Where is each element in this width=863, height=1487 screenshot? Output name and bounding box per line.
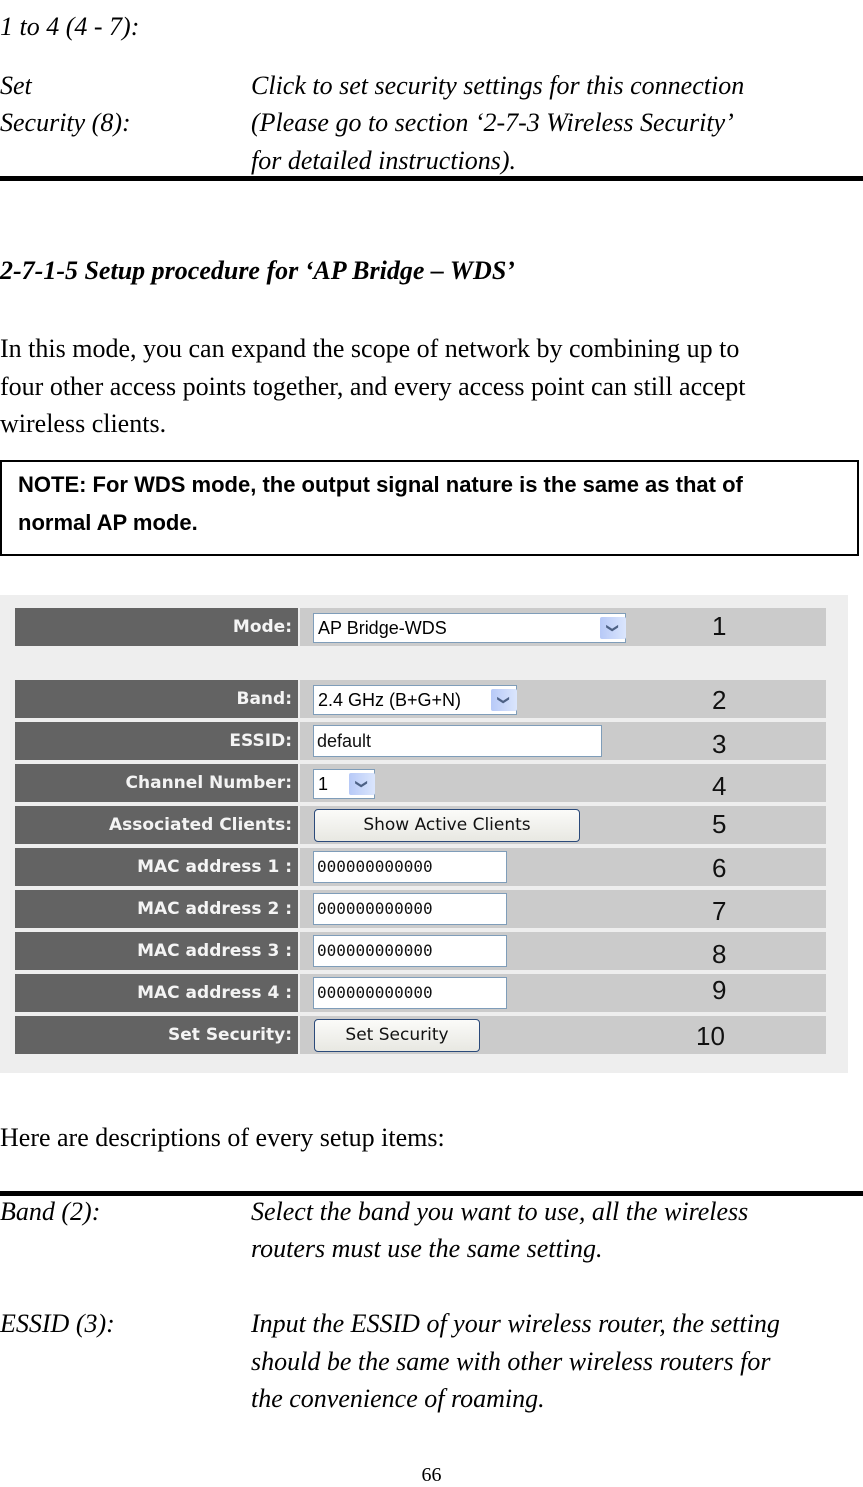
- callout-number: 10: [696, 1021, 725, 1051]
- band-term: Band (2):: [0, 1197, 101, 1226]
- mac-2-value-cell: 000000000000 7: [300, 890, 826, 928]
- essid-input[interactable]: default: [313, 725, 602, 757]
- mac-1-value-cell: 000000000000 6: [300, 848, 826, 886]
- essid-desc-line2: should be the same with other wireless r…: [251, 1347, 771, 1376]
- mac-address-1-input[interactable]: 000000000000: [313, 851, 507, 883]
- mac-address-1-label: MAC address 1 :: [15, 848, 298, 886]
- callout-number: 5: [712, 809, 727, 839]
- form-row-mode: Mode: AP Bridge-WDS ❯ 1: [15, 608, 826, 646]
- band-select[interactable]: 2.4 GHz (B+G+N) ❯: [313, 685, 517, 715]
- page-number: 66: [421, 1464, 442, 1486]
- essid-value-cell: default 3: [300, 722, 826, 760]
- set-security-term-line2: Security (8):: [0, 108, 131, 137]
- show-active-clients-button[interactable]: Show Active Clients: [314, 809, 580, 842]
- set-security-desc-line2: (Please go to section ‘2-7-3 Wireless Se…: [251, 108, 734, 137]
- mac-4-value-cell: 000000000000 9: [300, 974, 826, 1012]
- callout-number: 7: [712, 896, 727, 926]
- callout-number: 3: [712, 729, 727, 759]
- form-row-mac-4: MAC address 4 : 000000000000 9: [15, 974, 826, 1012]
- intro-line3: wireless clients.: [0, 409, 167, 438]
- band-desc-line2: routers must use the same setting.: [251, 1234, 603, 1263]
- descriptions-intro: Here are descriptions of every setup ite…: [0, 1123, 445, 1152]
- essid-label: ESSID:: [15, 722, 298, 760]
- mode-value-cell: AP Bridge-WDS ❯ 1: [300, 608, 826, 646]
- mac-address-2-label: MAC address 2 :: [15, 890, 298, 928]
- router-settings-screenshot: Mode: AP Bridge-WDS ❯ 1 Band: 2.4 GHz (B…: [0, 595, 848, 1073]
- set-security-desc-line3: for detailed instructions).: [251, 146, 517, 175]
- mac-address-3-input[interactable]: 000000000000: [313, 935, 507, 967]
- mac-address-2-input[interactable]: 000000000000: [313, 893, 507, 925]
- form-row-essid: ESSID: default 3: [15, 722, 826, 760]
- callout-number: 9: [712, 975, 727, 1005]
- callout-number: 6: [712, 853, 727, 883]
- form-row-mac-2: MAC address 2 : 000000000000 7: [15, 890, 826, 928]
- table-bottom-rule: [0, 176, 863, 181]
- chevron-down-icon[interactable]: ❯: [349, 773, 375, 795]
- note-box: NOTE: For WDS mode, the output signal na…: [0, 460, 859, 556]
- note-line1: NOTE: For WDS mode, the output signal na…: [18, 472, 743, 497]
- note-line2: normal AP mode.: [18, 510, 198, 535]
- callout-number: 4: [712, 771, 727, 801]
- continued-label: 1 to 4 (4 - 7):: [0, 12, 140, 41]
- form-row-set-security: Set Security: Set Security 10: [15, 1016, 826, 1054]
- associated-clients-label: Associated Clients:: [15, 806, 298, 844]
- associated-clients-value-cell: Show Active Clients 5: [300, 806, 826, 844]
- channel-select[interactable]: 1 ❯: [313, 769, 375, 799]
- set-security-value-cell: Set Security 10: [300, 1016, 826, 1054]
- set-security-desc-line1: Click to set security settings for this …: [251, 71, 745, 100]
- callout-number: 2: [712, 685, 727, 715]
- intro-line2: four other access points together, and e…: [0, 372, 746, 401]
- band-selected-value: 2.4 GHz (B+G+N): [318, 690, 462, 710]
- channel-value-cell: 1 ❯ 4: [300, 764, 826, 802]
- mode-selected-value: AP Bridge-WDS: [318, 618, 447, 638]
- form-row-mac-1: MAC address 1 : 000000000000 6: [15, 848, 826, 886]
- intro-line1: In this mode, you can expand the scope o…: [0, 334, 740, 363]
- form-row-associated-clients: Associated Clients: Show Active Clients …: [15, 806, 826, 844]
- band-label: Band:: [15, 680, 298, 718]
- set-security-term-line1: Set: [0, 71, 32, 100]
- essid-term: ESSID (3):: [0, 1309, 115, 1338]
- mac-address-4-input[interactable]: 000000000000: [313, 977, 507, 1009]
- mac-3-value-cell: 000000000000 8: [300, 932, 826, 970]
- section-heading: 2-7-1-5 Setup procedure for ‘AP Bridge –…: [0, 256, 515, 285]
- chevron-down-icon[interactable]: ❯: [491, 689, 517, 711]
- band-desc-line1: Select the band you want to use, all the…: [251, 1197, 749, 1226]
- band-value-cell: 2.4 GHz (B+G+N) ❯ 2: [300, 680, 826, 718]
- form-row-band: Band: 2.4 GHz (B+G+N) ❯ 2: [15, 680, 826, 718]
- mode-select[interactable]: AP Bridge-WDS ❯: [313, 613, 626, 643]
- channel-number-label: Channel Number:: [15, 764, 298, 802]
- chevron-down-icon[interactable]: ❯: [600, 617, 626, 639]
- form-row-channel: Channel Number: 1 ❯ 4: [15, 764, 826, 802]
- form-row-mac-3: MAC address 3 : 000000000000 8: [15, 932, 826, 970]
- set-security-label: Set Security:: [15, 1016, 298, 1054]
- mac-address-4-label: MAC address 4 :: [15, 974, 298, 1012]
- callout-number: 8: [712, 939, 727, 969]
- mode-label: Mode:: [15, 608, 298, 646]
- set-security-button[interactable]: Set Security: [314, 1019, 480, 1052]
- note-text: NOTE: For WDS mode, the output signal na…: [18, 466, 848, 542]
- channel-selected-value: 1: [318, 774, 329, 794]
- callout-number: 1: [712, 611, 727, 641]
- mac-address-3-label: MAC address 3 :: [15, 932, 298, 970]
- essid-desc-line3: the convenience of roaming.: [251, 1384, 545, 1413]
- essid-desc-line1: Input the ESSID of your wireless router,…: [251, 1309, 780, 1338]
